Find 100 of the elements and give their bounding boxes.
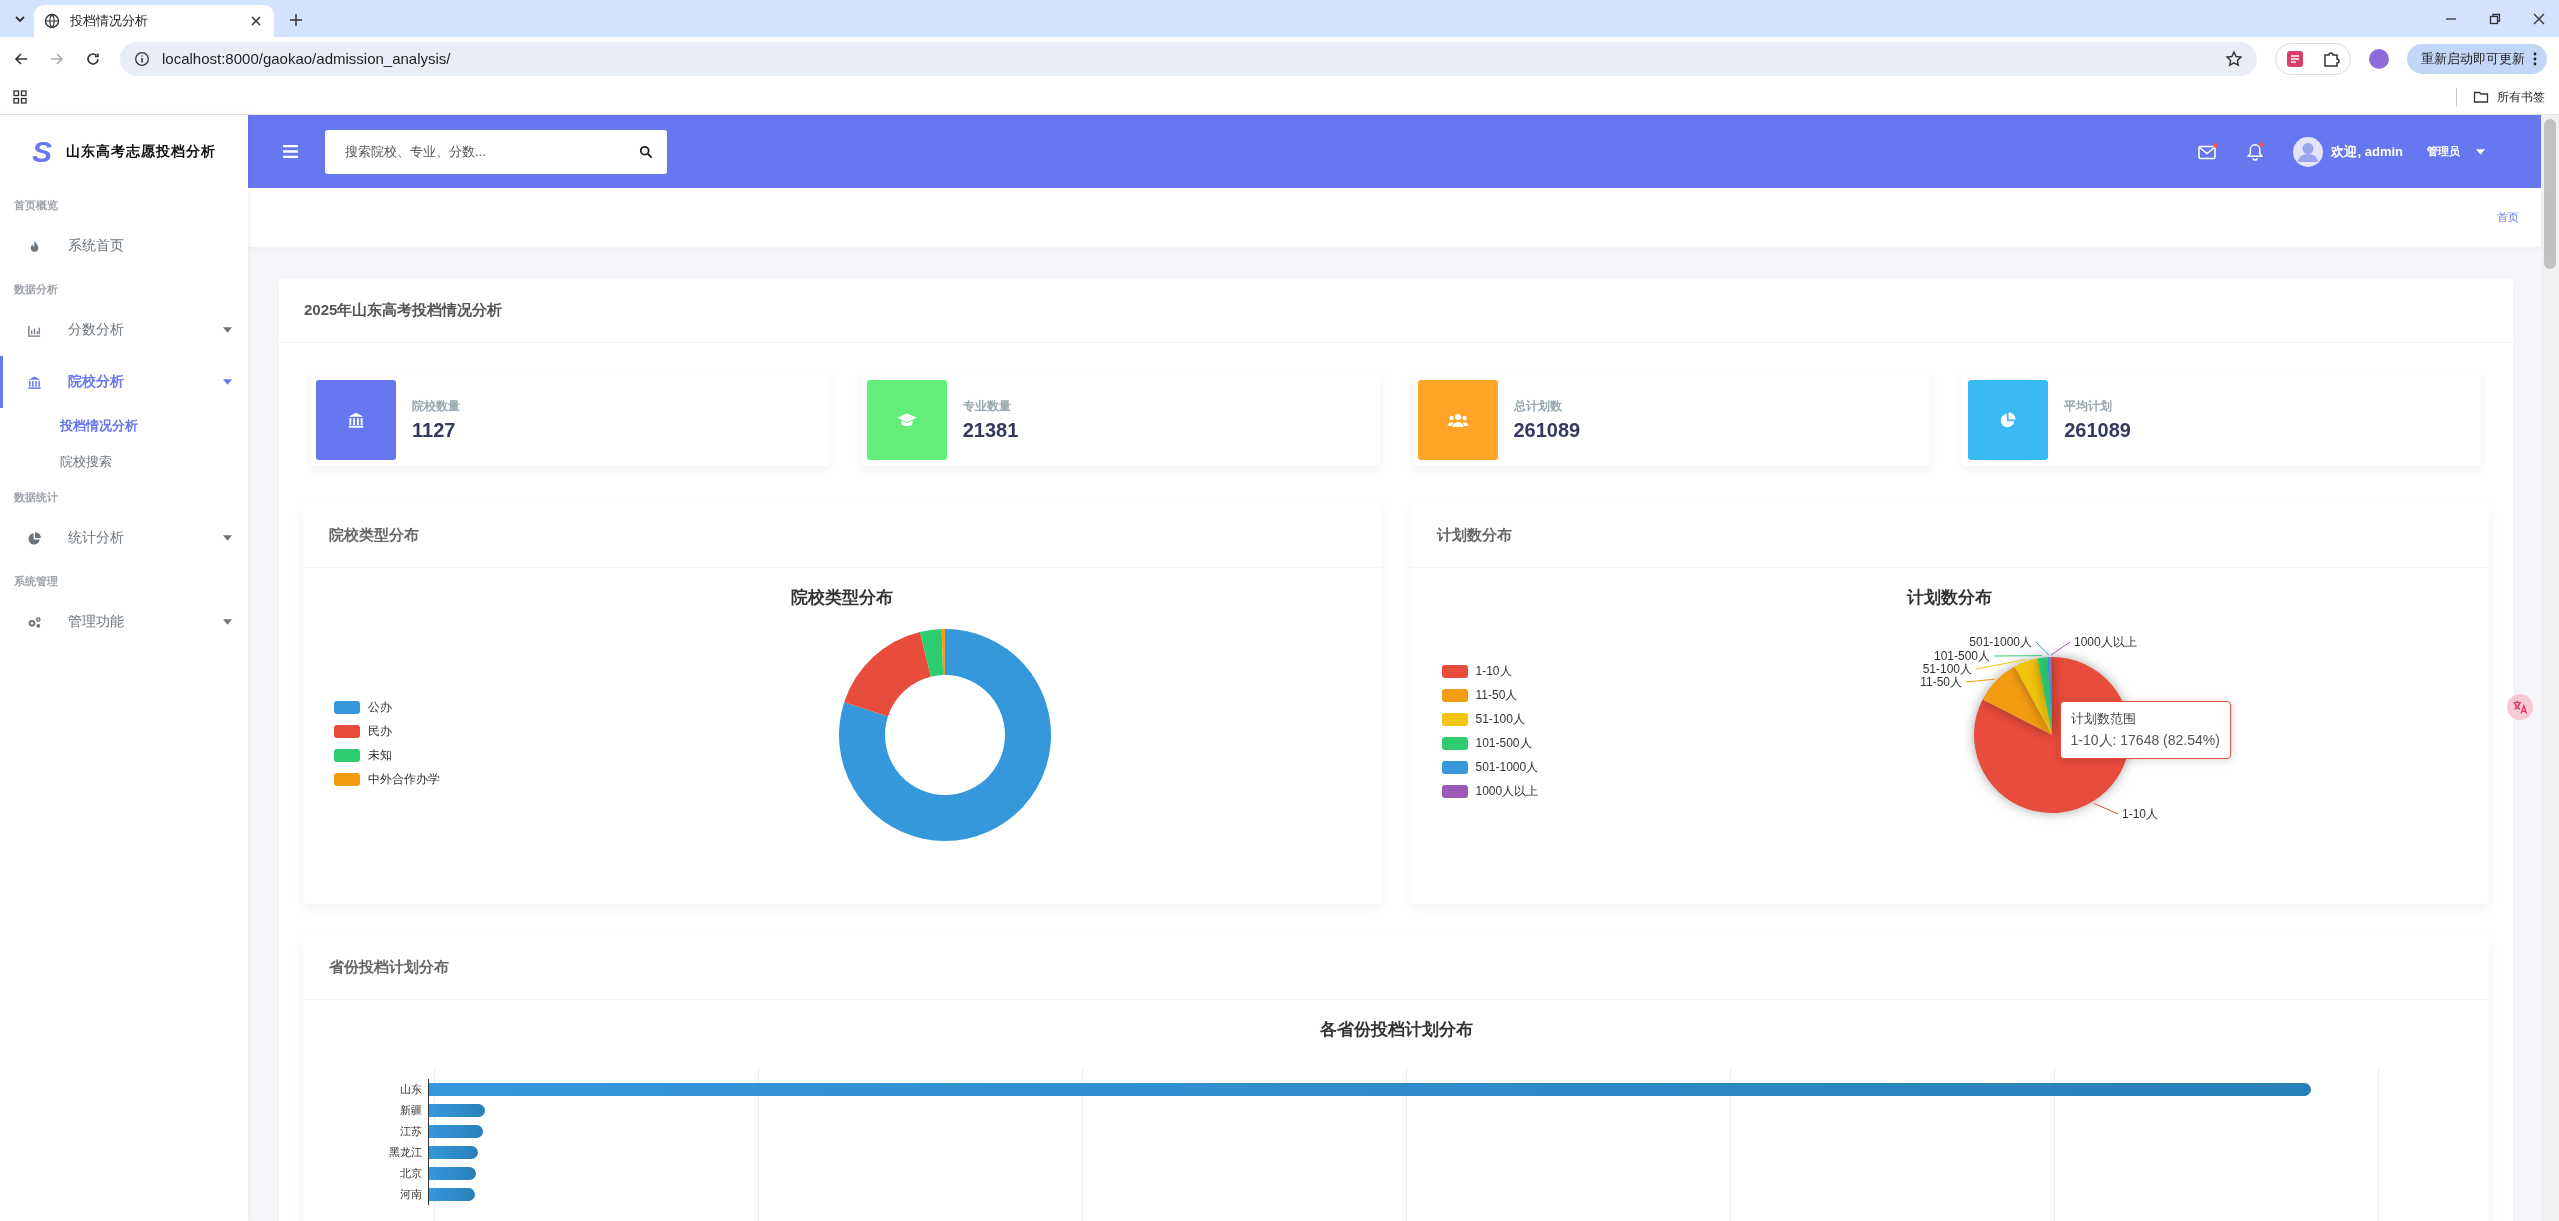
donut-slice[interactable] bbox=[844, 632, 931, 717]
legend-label[interactable]: 未知 bbox=[368, 747, 392, 764]
sidebar-subitem[interactable]: 投档情况分析 bbox=[0, 408, 248, 444]
caret-icon bbox=[223, 327, 232, 333]
scrollbar[interactable] bbox=[2541, 115, 2559, 1221]
star-icon[interactable] bbox=[2225, 49, 2243, 68]
translate-icon[interactable] bbox=[2507, 694, 2533, 720]
legend-swatch[interactable] bbox=[334, 749, 360, 762]
stat-value: 261089 bbox=[2064, 418, 2131, 442]
bar[interactable] bbox=[429, 1125, 484, 1138]
user-greeting[interactable]: 欢迎, admin bbox=[2331, 142, 2403, 161]
profile-avatar[interactable] bbox=[2369, 48, 2389, 69]
sidebar-section-title: 系统管理 bbox=[13, 574, 59, 589]
legend-label[interactable]: 501-1000人 bbox=[1475, 759, 1539, 776]
legend-swatch[interactable] bbox=[1441, 785, 1468, 798]
update-button[interactable]: 重新启动即可更新 bbox=[2407, 43, 2547, 74]
donut-slice[interactable] bbox=[839, 629, 1051, 841]
slice-label: 11-50人 bbox=[1919, 675, 1962, 689]
gears-icon bbox=[27, 614, 42, 630]
chart-title: 各省份投档计划分布 bbox=[1318, 1019, 1474, 1041]
globe-icon bbox=[44, 13, 60, 29]
menu-icon[interactable] bbox=[282, 144, 299, 159]
sidebar-subitem[interactable]: 院校搜索 bbox=[0, 444, 248, 480]
slice-label: 501-1000人 bbox=[1968, 635, 2032, 649]
bar[interactable] bbox=[429, 1167, 476, 1180]
url-text: localhost:8000/gaokao/admission_analysis/ bbox=[162, 50, 451, 67]
leader-line bbox=[2092, 802, 2118, 815]
user-role[interactable]: 管理员 bbox=[2427, 144, 2460, 159]
sidebar-item[interactable]: 统计分析 bbox=[0, 512, 248, 564]
legend-swatch[interactable] bbox=[334, 701, 360, 714]
browser-tab[interactable]: 投档情况分析 bbox=[34, 5, 274, 37]
caret-icon bbox=[223, 379, 232, 385]
plus-icon[interactable] bbox=[288, 12, 304, 28]
legend-swatch[interactable] bbox=[1441, 689, 1468, 702]
user-avatar-icon[interactable] bbox=[2293, 136, 2324, 167]
legend-label[interactable]: 公办 bbox=[368, 699, 392, 716]
folder-icon[interactable] bbox=[2473, 89, 2489, 105]
legend-label[interactable]: 1000人以上 bbox=[1475, 783, 1539, 800]
address-bar[interactable]: localhost:8000/gaokao/admission_analysis/ bbox=[120, 41, 2257, 76]
card-title: 院校类型分布 bbox=[329, 525, 419, 545]
page-title: 2025年山东高考投档情况分析 bbox=[304, 300, 503, 320]
slice-label: 51-100人 bbox=[1922, 662, 1972, 676]
pie-chart-icon bbox=[27, 530, 42, 546]
legend-swatch[interactable] bbox=[334, 773, 360, 786]
legend-swatch[interactable] bbox=[1441, 737, 1468, 750]
legend-swatch[interactable] bbox=[1441, 761, 1468, 774]
apps-grid-icon[interactable] bbox=[12, 89, 28, 105]
leader-line bbox=[2050, 641, 2070, 656]
caret-icon bbox=[223, 619, 232, 625]
legend-swatch[interactable] bbox=[1441, 713, 1468, 726]
sidebar-section-title: 首页概览 bbox=[13, 198, 59, 213]
stat-label: 院校数量 bbox=[412, 397, 460, 415]
legend-label[interactable]: 101-500人 bbox=[1475, 735, 1532, 752]
bar[interactable] bbox=[429, 1104, 486, 1117]
chart-title: 计划数分布 bbox=[1905, 587, 1994, 609]
legend-swatch[interactable] bbox=[1441, 665, 1468, 678]
sidebar-section-title: 数据分析 bbox=[13, 282, 59, 297]
pie-slice[interactable] bbox=[2014, 658, 2052, 735]
legend-label[interactable]: 11-50人 bbox=[1475, 687, 1518, 704]
axis-label: 河南 bbox=[399, 1187, 423, 1202]
slice-label: 1-10人 bbox=[2121, 807, 2158, 821]
search-icon[interactable] bbox=[639, 144, 653, 159]
caret-icon bbox=[223, 535, 232, 541]
axis-label: 黑龙江 bbox=[388, 1145, 423, 1160]
brand-title: 山东高考志愿投档分析 bbox=[66, 142, 216, 161]
axis-label: 北京 bbox=[399, 1166, 423, 1181]
stat-value: 21381 bbox=[962, 418, 1019, 442]
legend-label[interactable]: 51-100人 bbox=[1475, 711, 1525, 728]
mail-icon[interactable] bbox=[2197, 142, 2220, 161]
pie-slice[interactable] bbox=[1982, 666, 2052, 735]
axis-label: 山东 bbox=[399, 1082, 423, 1097]
restore-icon[interactable] bbox=[2487, 11, 2503, 27]
pie-slice[interactable] bbox=[2037, 657, 2052, 735]
bar[interactable] bbox=[429, 1146, 478, 1159]
sidebar-item[interactable]: 系统首页 bbox=[0, 220, 248, 272]
close-icon[interactable] bbox=[2531, 11, 2547, 27]
legend-label[interactable]: 民办 bbox=[368, 723, 392, 740]
tab-title: 投档情况分析 bbox=[70, 12, 149, 30]
stat-value: 261089 bbox=[1513, 418, 1581, 442]
caret-icon[interactable] bbox=[2476, 148, 2485, 155]
sidebar-item[interactable]: 分数分析 bbox=[0, 304, 248, 356]
tooltip-text: 1-10人: 17648 (82.54%) bbox=[2070, 732, 2220, 750]
leader-line bbox=[1965, 678, 1995, 683]
donut-slice[interactable] bbox=[919, 629, 944, 677]
logo-mark: S bbox=[32, 134, 52, 169]
bookmarks-folder-link[interactable]: 所有书签 bbox=[2497, 88, 2545, 106]
search-field[interactable]: 搜索院校、专业、分数... bbox=[325, 129, 667, 174]
bar[interactable] bbox=[429, 1188, 475, 1201]
sidebar-item[interactable]: 管理功能 bbox=[0, 596, 248, 648]
bank-icon bbox=[27, 374, 42, 390]
legend-label[interactable]: 1-10人 bbox=[1475, 663, 1512, 680]
stat-label: 总计划数 bbox=[1513, 397, 1563, 415]
legend-swatch[interactable] bbox=[334, 725, 360, 738]
more-vertical-icon bbox=[2533, 51, 2537, 66]
slice-label: 1000人以上 bbox=[2073, 635, 2137, 649]
axis-label: 江苏 bbox=[399, 1124, 423, 1139]
breadcrumb-link[interactable]: 首页 bbox=[2497, 210, 2519, 225]
tooltip-title: 计划数范围 bbox=[2070, 710, 2137, 728]
legend-label[interactable]: 中外合作办学 bbox=[368, 771, 440, 788]
stat-label: 平均计划 bbox=[2064, 397, 2114, 415]
